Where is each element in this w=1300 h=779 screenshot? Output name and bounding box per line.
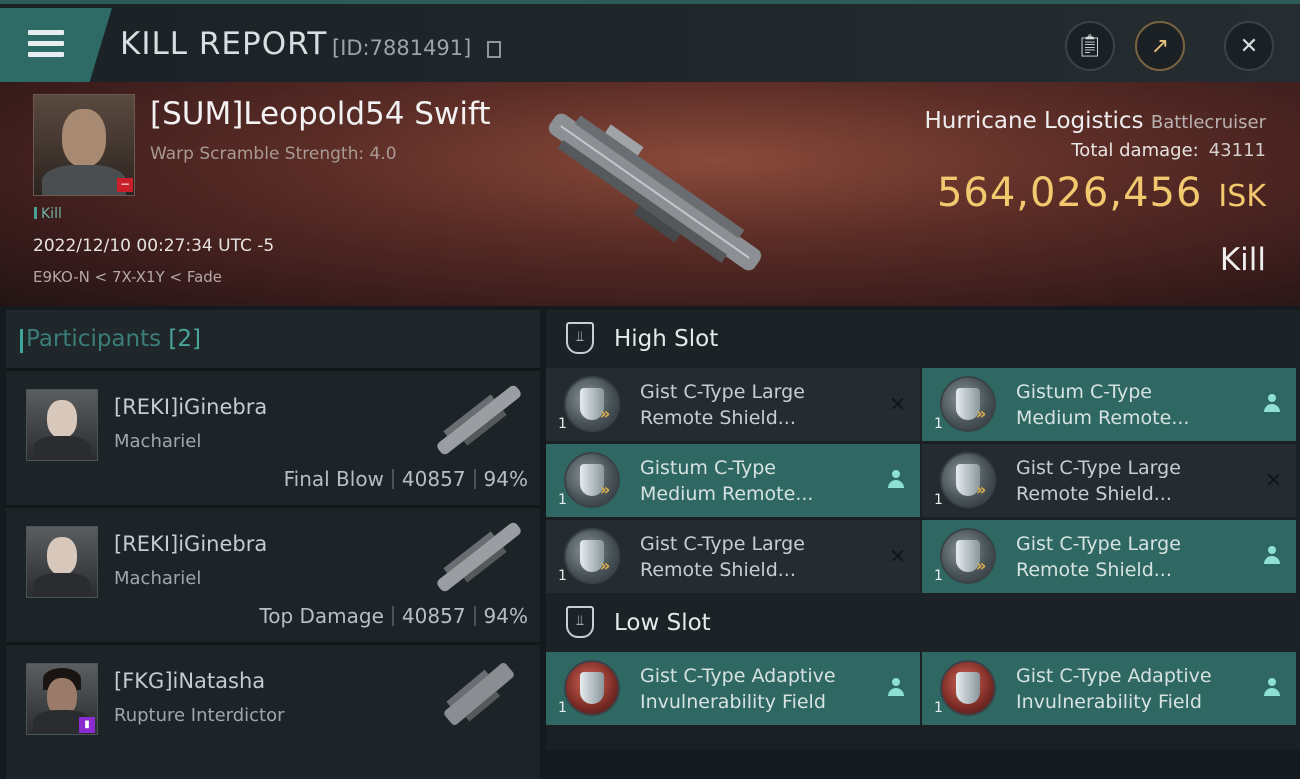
avatar: [26, 526, 98, 598]
invulnerability-module-icon: [564, 660, 620, 716]
ship-image: [437, 385, 521, 455]
victim-ship[interactable]: Hurricane Logistics Battlecruiser: [925, 108, 1267, 134]
module-item[interactable]: » 1 Gist C-Type Large Remote Shield...: [922, 520, 1296, 593]
dropped-person-icon: [1264, 678, 1280, 698]
module-item[interactable]: » 1 Gist C-Type Large Remote Shield... ✕: [546, 520, 920, 593]
share-icon: ↗: [1150, 33, 1170, 59]
participant-stats: Top Damage 40857 94%: [259, 604, 528, 628]
low-slot-header: ⫫ Low Slot: [546, 594, 1300, 652]
result-label: Kill: [1219, 242, 1266, 278]
module-item[interactable]: 1 Gist C-Type Adaptive Invulnerability Fi…: [922, 652, 1296, 725]
low-slot-icon: ⫫: [566, 606, 594, 638]
clipboard-icon: 📋︎: [1076, 33, 1104, 59]
kill-tag: Kill: [34, 206, 62, 222]
invulnerability-module-icon: [940, 660, 996, 716]
participants-header[interactable]: Participants [2]: [6, 310, 540, 368]
dropped-person-icon: [888, 470, 904, 490]
participant-row[interactable]: [REKI]iGinebra Machariel Top Damage 40857…: [6, 505, 540, 642]
shield-module-icon: »: [564, 376, 620, 432]
high-slot-header: ⫫ High Slot: [546, 310, 1300, 368]
shield-module-icon: »: [940, 376, 996, 432]
kill-date: 2022/12/10 00:27:34 UTC -5: [33, 236, 275, 256]
module-item[interactable]: » 1 Gistum C-Type Medium Remote...: [922, 368, 1296, 441]
warp-scramble-strength: Warp Scramble Strength: 4.0: [150, 144, 397, 164]
shield-module-icon: »: [564, 452, 620, 508]
fitting-panel: ⫫ High Slot » 1 Gist C-Type Large Remote …: [546, 310, 1300, 750]
participant-stats: Final Blow 40857 94%: [283, 467, 528, 491]
isk-value: 564,026,456 ISK: [936, 170, 1266, 216]
shield-module-icon: »: [940, 528, 996, 584]
dropped-person-icon: [1264, 394, 1280, 414]
participant-row[interactable]: ▮ [FKG]iNatasha Rupture Interdictor: [6, 642, 540, 779]
page-title: KILL REPORT: [120, 26, 328, 62]
share-button[interactable]: ↗: [1135, 21, 1185, 71]
participants-panel: Participants [2] [REKI]iGinebra Macharie…: [6, 310, 540, 779]
role-badge-icon: ▮: [79, 717, 95, 733]
participant-name: [FKG]iNatasha: [114, 669, 266, 693]
module-item[interactable]: 1 Gist C-Type Adaptive Invulnerability Fi…: [546, 652, 920, 725]
victim-name[interactable]: [SUM]Leopold54 Swift: [150, 96, 490, 132]
module-item[interactable]: » 1 Gist C-Type Large Remote Shield... ✕: [922, 444, 1296, 517]
header-bar: KILL REPORT [ID:7881491] 📋︎ ↗ ✕: [0, 0, 1300, 82]
participant-ship: Machariel: [114, 431, 202, 452]
destroyed-icon: ✕: [889, 392, 906, 416]
avatar: [26, 389, 98, 461]
shield-module-icon: »: [564, 528, 620, 584]
kill-id: [ID:7881491]: [332, 36, 472, 60]
hamburger-icon: [28, 30, 64, 58]
ship-class: Battlecruiser: [1150, 112, 1266, 133]
participant-name: [REKI]iGinebra: [114, 395, 268, 419]
module-item[interactable]: » 1 Gist C-Type Large Remote Shield... ✕: [546, 368, 920, 441]
participant-ship: Rupture Interdictor: [114, 705, 285, 726]
menu-button[interactable]: [0, 8, 112, 82]
clipboard-button[interactable]: 📋︎: [1065, 21, 1115, 71]
dropped-person-icon: [1264, 546, 1280, 566]
ship-image: [437, 522, 521, 592]
kill-location[interactable]: E9KO-N < 7X-X1Y < Fade: [33, 268, 222, 286]
close-button[interactable]: ✕: [1224, 21, 1274, 71]
participant-ship: Machariel: [114, 568, 202, 589]
participant-name: [REKI]iGinebra: [114, 532, 268, 556]
participant-row[interactable]: [REKI]iGinebra Machariel Final Blow 40857…: [6, 368, 540, 505]
destroyed-icon: ✕: [889, 544, 906, 568]
dropped-person-icon: [888, 678, 904, 698]
copy-icon[interactable]: [487, 41, 501, 58]
shield-module-icon: »: [940, 452, 996, 508]
victim-ship-image[interactable]: [520, 92, 790, 292]
ship-image: [444, 663, 514, 725]
destroyed-icon: ✕: [1265, 468, 1282, 492]
module-item[interactable]: » 1 Gistum C-Type Medium Remote...: [546, 444, 920, 517]
victim-banner: − [SUM]Leopold54 Swift Warp Scramble Str…: [0, 82, 1300, 306]
corp-badge-icon: −: [117, 178, 133, 192]
high-slot-icon: ⫫: [566, 322, 594, 354]
total-damage: Total damage: 43111: [1071, 140, 1266, 161]
close-icon: ✕: [1239, 33, 1259, 59]
